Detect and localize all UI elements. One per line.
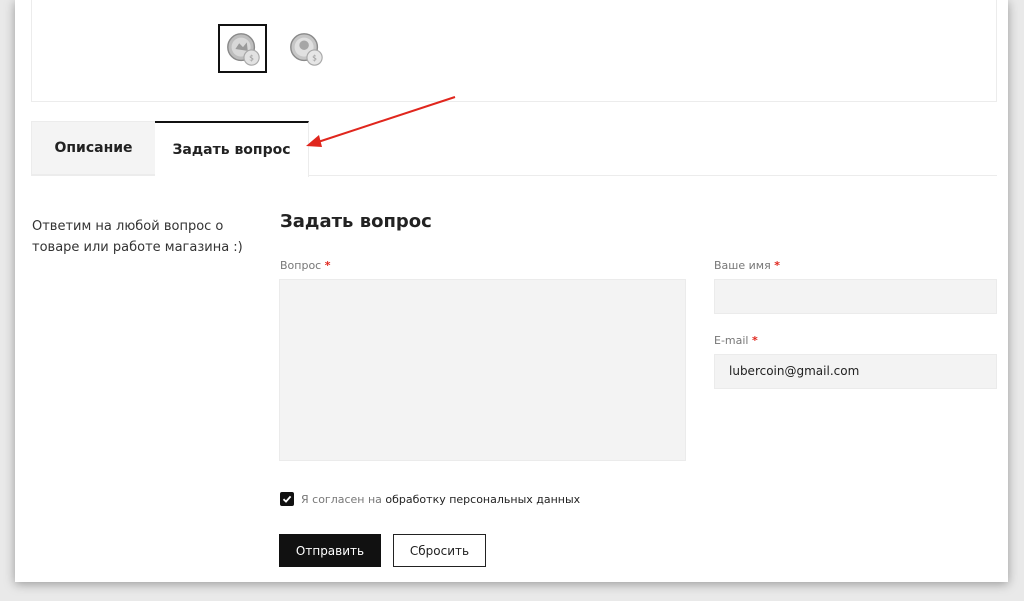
svg-text:$: $ — [312, 53, 317, 62]
side-note-text: Ответим на любой вопрос о товаре или раб… — [32, 219, 243, 255]
name-field-label: Ваше имя * — [714, 259, 780, 272]
coin-image-icon: $ — [289, 32, 323, 66]
gallery-thumbnail-2[interactable]: $ — [281, 24, 330, 73]
name-label-text: Ваше имя — [714, 259, 771, 272]
required-asterisk: * — [774, 259, 780, 272]
tab-description[interactable]: Описание — [31, 121, 155, 175]
gallery-thumbnail-1[interactable]: $ — [218, 24, 267, 73]
required-asterisk: * — [324, 259, 331, 272]
consent-checkbox[interactable] — [280, 492, 294, 506]
checkmark-icon — [282, 495, 292, 503]
product-gallery: $ $ — [31, 0, 997, 102]
form-title: Задать вопрос — [280, 211, 432, 232]
email-label-text: E-mail — [714, 334, 749, 347]
reset-button[interactable]: Сбросить — [393, 534, 486, 567]
submit-button[interactable]: Отправить — [279, 534, 381, 567]
required-asterisk: * — [752, 334, 758, 347]
email-field-label: E-mail * — [714, 334, 758, 347]
email-input[interactable]: lubercoin@gmail.com — [714, 354, 997, 389]
svg-text:$: $ — [249, 53, 254, 62]
personal-data-link[interactable]: обработку персональных данных — [385, 493, 580, 506]
question-field-label: Вопрос * — [280, 259, 331, 272]
consent-prefix: Я согласен на — [301, 493, 382, 506]
consent-text: Я согласен на обработку персональных дан… — [301, 493, 580, 506]
tab-ask-question[interactable]: Задать вопрос — [155, 121, 309, 177]
question-textarea[interactable] — [279, 279, 686, 461]
question-label-text: Вопрос — [280, 259, 322, 272]
coin-image-icon: $ — [226, 32, 260, 66]
name-input[interactable] — [714, 279, 997, 314]
